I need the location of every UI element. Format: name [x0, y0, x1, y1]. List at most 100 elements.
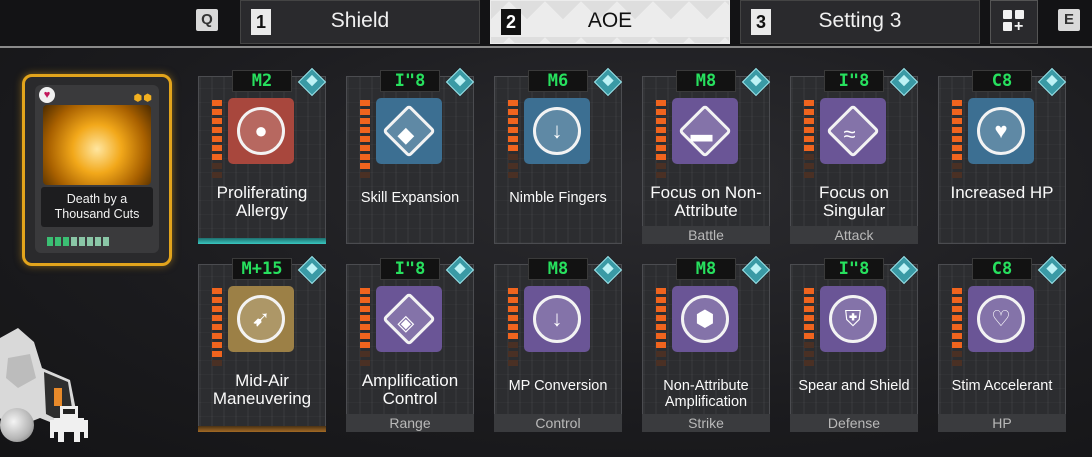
- chip-card[interactable]: I"8 ≈ Focus on Singular Attack: [790, 67, 919, 244]
- plus-icon: +: [1014, 18, 1024, 35]
- chip-level-bars: [952, 288, 962, 366]
- chip-level-bars: [360, 288, 370, 366]
- grid-square: [1003, 22, 1012, 31]
- chip-name: Skill Expansion: [360, 190, 460, 206]
- chip-name: Increased HP: [950, 183, 1054, 202]
- chip-cost: C8: [972, 258, 1032, 280]
- tab-bar: Q 1 Shield 2 AOE 3 Setting 3 + E: [0, 0, 1092, 48]
- diamond-spread-icon: ◈: [376, 286, 442, 352]
- chip-name: Proliferating Allergy: [216, 183, 308, 220]
- chip-glyph: ◈: [382, 292, 436, 346]
- next-tab-key[interactable]: E: [1058, 9, 1080, 31]
- chip-cost: I"8: [824, 258, 884, 280]
- chip-card[interactable]: M8 ▬ Focus on Non-Attribute Battle: [642, 67, 771, 244]
- chip-cost: M+15: [232, 258, 292, 280]
- chip-glyph: ⛨: [829, 295, 877, 343]
- chip-card[interactable]: C8 ♡ Stim Accelerant HP: [938, 255, 1067, 432]
- chip-equipped-strip: [198, 238, 326, 244]
- chip-glyph: ▬: [678, 104, 732, 158]
- chip-glyph: ◆: [382, 104, 436, 158]
- tab-label: Setting 3: [818, 9, 902, 32]
- chip-cost: M8: [528, 258, 588, 280]
- hex-dots-icon: ⬢⬢: [133, 93, 153, 104]
- chip-cost: M8: [676, 258, 736, 280]
- heart-hands-icon: ♥: [968, 98, 1034, 164]
- chip-level-bars: [360, 100, 370, 178]
- shield-spear-icon: ⛨: [820, 286, 886, 352]
- chip-name: Non-Attribute Amplification: [663, 378, 749, 410]
- chip-category: Range: [346, 414, 474, 432]
- chip-glyph: ⬢: [681, 295, 729, 343]
- diamond-focus-icon: ▬: [672, 98, 738, 164]
- chip-glyph: ↓: [533, 295, 581, 343]
- chip-name: Mid-Air Maneuvering: [212, 371, 312, 408]
- chip-card[interactable]: I"8 ⛨ Spear and Shield Defense: [790, 255, 919, 432]
- heart-outline-icon: ♡: [968, 286, 1034, 352]
- chip-cost: C8: [972, 70, 1032, 92]
- chip-cost: M8: [676, 70, 736, 92]
- chip-card[interactable]: M2 ● Proliferating Allergy: [198, 67, 327, 244]
- chip-equipped-strip: [198, 426, 326, 432]
- tab-shield[interactable]: 1 Shield: [240, 0, 480, 44]
- chip-glyph: ♥: [977, 107, 1025, 155]
- divider: [0, 46, 1092, 48]
- chip-card[interactable]: C8 ♥ Increased HP: [938, 67, 1067, 244]
- level-bar: [47, 237, 109, 246]
- chip-level-bars: [508, 100, 518, 178]
- grid-plus-icon: [1003, 10, 1012, 19]
- chip-level-bars: [952, 100, 962, 178]
- orb-icon: [0, 408, 34, 442]
- tab-label: AOE: [587, 9, 633, 32]
- chip-glyph: ♡: [977, 295, 1025, 343]
- chip-name: Stim Accelerant: [951, 378, 1053, 394]
- chip-cost: M6: [528, 70, 588, 92]
- add-setting-button[interactable]: +: [990, 0, 1038, 44]
- chip-glyph: ↓: [533, 107, 581, 155]
- featured-chip-card[interactable]: ♥ ⬢⬢ Death by a Thousand Cuts: [22, 74, 172, 266]
- chip-level-bars: [212, 100, 222, 178]
- claw-slash-icon: [43, 105, 151, 185]
- heart-icon: ♥: [39, 87, 55, 103]
- chip-name: Focus on Non-Attribute: [650, 183, 762, 220]
- chip-category: Attack: [790, 226, 918, 244]
- chip-cost: I"8: [380, 258, 440, 280]
- featured-chip-name: Death by a Thousand Cuts: [41, 187, 153, 227]
- robot-icon: [50, 406, 88, 442]
- chip-card[interactable]: M8 ↓ MP Conversion Control: [494, 255, 623, 432]
- chip-name: Amplification Control: [361, 371, 459, 408]
- chip-level-bars: [804, 100, 814, 178]
- chip-level-bars: [656, 100, 666, 178]
- chip-card[interactable]: M8 ⬢ Non-Attribute Amplification Strike: [642, 255, 771, 432]
- chip-glyph: ●: [237, 107, 285, 155]
- chip-card[interactable]: I"8 ◈ Amplification Control Range: [346, 255, 475, 432]
- chip-card[interactable]: M6 ↓ Nimble Fingers: [494, 67, 623, 244]
- chip-name: Focus on Singular: [819, 183, 889, 220]
- diamond-burst-icon: ◆: [376, 98, 442, 164]
- chip-name: Spear and Shield: [798, 378, 910, 394]
- chip-cost: I"8: [824, 70, 884, 92]
- cells-icon: ●: [228, 98, 294, 164]
- chip-category: Defense: [790, 414, 918, 432]
- tab-setting-3[interactable]: 3 Setting 3: [740, 0, 980, 44]
- tab-aoe[interactable]: 2 AOE: [490, 0, 730, 44]
- chip-level-bars: [212, 288, 222, 366]
- diamond-wave-icon: ≈: [820, 98, 886, 164]
- chip-level-bars: [508, 288, 518, 366]
- gauge-down-icon: ↓: [524, 286, 590, 352]
- chip-category: Control: [494, 414, 622, 432]
- hexagon-arrows-icon: ⬢: [672, 286, 738, 352]
- grapple-icon: ➹: [228, 286, 294, 352]
- chip-name: MP Conversion: [508, 378, 608, 394]
- chip-card[interactable]: I"8 ◆ Skill Expansion: [346, 67, 475, 244]
- chip-card[interactable]: M+15 ➹ Mid-Air Maneuvering: [198, 255, 327, 432]
- chip-cost: I"8: [380, 70, 440, 92]
- chip-category: Battle: [642, 226, 770, 244]
- chip-category: Strike: [642, 414, 770, 432]
- chip-level-bars: [804, 288, 814, 366]
- chip-glyph: ➹: [237, 295, 285, 343]
- chip-level-bars: [656, 288, 666, 366]
- gauge-arrow-icon: ↓: [524, 98, 590, 164]
- chip-cost: M2: [232, 70, 292, 92]
- tab-label: Shield: [330, 9, 390, 32]
- prev-tab-key[interactable]: Q: [196, 9, 218, 31]
